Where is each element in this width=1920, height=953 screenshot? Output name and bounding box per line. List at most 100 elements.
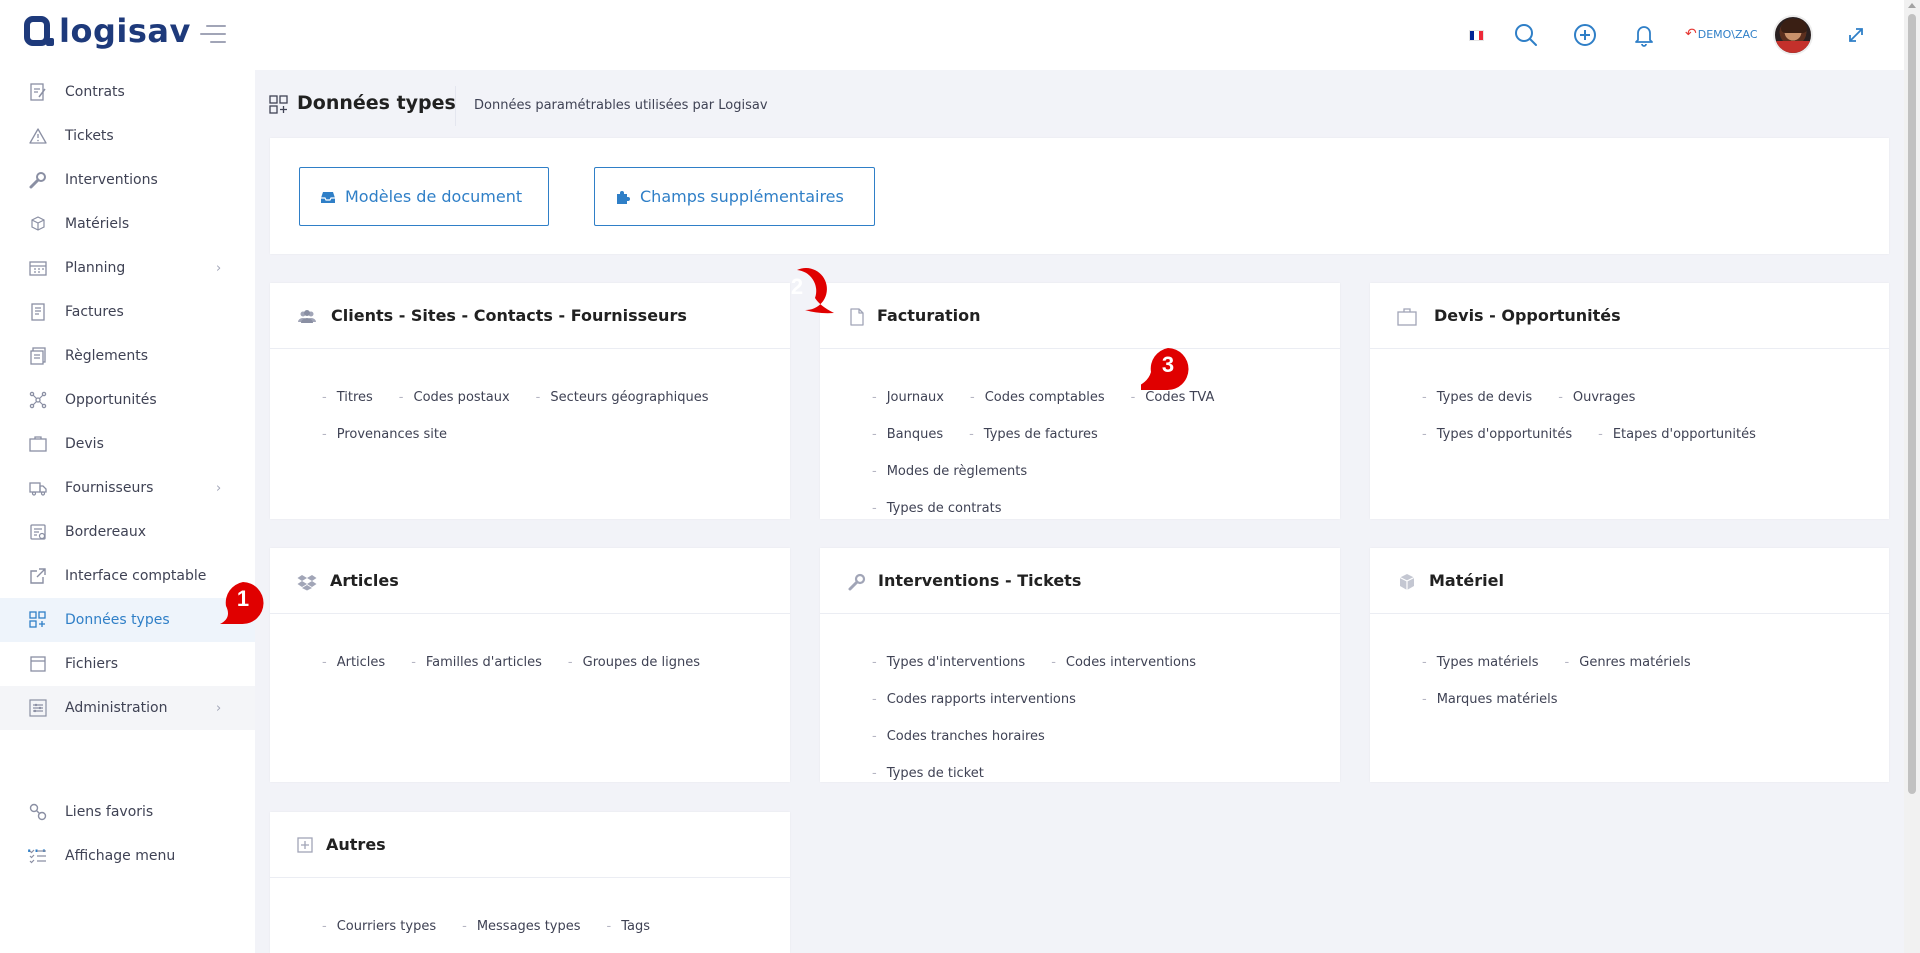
sidebar-item-factures[interactable]: Factures (0, 290, 255, 334)
sidebar-item-planning[interactable]: Planning › (0, 246, 255, 290)
page-description: Données paramétrables utilisées par Logi… (474, 98, 768, 113)
top-bar: logisav ↶ DEMO\ZAC (0, 0, 1904, 70)
menu-toggle-icon[interactable] (200, 25, 226, 45)
sidebar-item-reglements[interactable]: Règlements (0, 334, 255, 378)
sidebar-item-label: Fichiers (65, 656, 119, 672)
external-link-icon (30, 568, 46, 584)
sidebar-item-materiels[interactable]: Matériels (0, 202, 255, 246)
facturation-card: Facturation JournauxCodes comptablesCode… (820, 283, 1340, 519)
link-modes-de-reglements[interactable]: Modes de règlements (872, 453, 1027, 490)
sidebar-item-opportunites[interactable]: Opportunités (0, 378, 255, 422)
undo-icon: ↶ (1685, 26, 1697, 42)
link-genres-materiels[interactable]: Genres matériels (1565, 644, 1690, 681)
page-title: Données types (297, 92, 456, 114)
document-models-button[interactable]: Modèles de document (299, 167, 549, 226)
link-types-de-devis[interactable]: Types de devis (1422, 379, 1532, 416)
sidebar-item-affichage-menu[interactable]: Affichage menu (0, 834, 255, 878)
sidebar-item-devis[interactable]: Devis (0, 422, 255, 466)
expand-icon[interactable] (1842, 21, 1870, 49)
grid-add-icon (269, 95, 288, 114)
link-types-de-factures[interactable]: Types de factures (969, 416, 1098, 453)
briefcase-icon (1397, 308, 1417, 326)
link-etapes-d-opportunites[interactable]: Etapes d'opportunités (1598, 416, 1756, 453)
sidebar-item-label: Planning (65, 260, 126, 276)
scrollbar-thumb[interactable] (1908, 14, 1916, 794)
card-links: Articles Familles d'articles Groupes de li… (270, 614, 790, 681)
link-types-d-interventions[interactable]: Types d'interventions (872, 644, 1026, 681)
link-codes-rapports-interventions[interactable]: Codes rapports interventions (872, 681, 1076, 718)
link-secteurs-geographiques[interactable]: Secteurs géographiques (536, 379, 708, 416)
sidebar-item-fournisseurs[interactable]: Fournisseurs › (0, 466, 255, 510)
avatar[interactable] (1773, 15, 1813, 55)
payment-icon (30, 347, 46, 365)
document-icon (850, 308, 864, 326)
link-familles-d-articles[interactable]: Familles d'articles (411, 644, 542, 681)
link-codes-comptables[interactable]: Codes comptables (970, 379, 1105, 416)
card-links: JournauxCodes comptablesCodes TVA Banque… (820, 349, 1340, 527)
link-courriers-types[interactable]: Courriers types (322, 908, 436, 945)
sidebar-item-liens-favoris[interactable]: Liens favoris (0, 790, 255, 834)
sidebar-item-administration[interactable]: Administration › (0, 686, 255, 730)
user-name: DEMO\ZAC (1697, 27, 1758, 41)
link-ouvrages[interactable]: Ouvrages (1558, 379, 1636, 416)
logo-mark (24, 16, 54, 46)
link-types-de-contrats[interactable]: Types de contrats (872, 490, 1002, 527)
cube-icon (31, 216, 45, 231)
dropbox-icon (297, 575, 317, 591)
link-codes-tranches-horaires[interactable]: Codes tranches horaires (872, 718, 1045, 755)
devis-card: Devis - Opportunités Types de devis Ouvra… (1370, 283, 1889, 519)
clients-card: Clients - Sites - Contacts - Fournisseur… (270, 283, 790, 519)
link-provenances-site[interactable]: Provenances site (322, 416, 447, 453)
cube-icon (1399, 574, 1415, 590)
plus-circle-icon[interactable] (1571, 21, 1599, 49)
user-switch[interactable]: ↶ DEMO\ZAC (1685, 26, 1758, 42)
sidebar-item-interface-comptable[interactable]: Interface comptable (0, 554, 255, 598)
slip-icon (30, 524, 46, 540)
sidebar-item-tickets[interactable]: Tickets (0, 114, 255, 158)
link-articles[interactable]: Articles (322, 644, 385, 681)
french-flag-icon[interactable] (1469, 30, 1484, 41)
grid-add-icon (29, 611, 46, 628)
card-title: Facturation (877, 306, 981, 325)
additional-fields-button[interactable]: Champs supplémentaires (594, 167, 875, 226)
users-icon (298, 310, 316, 323)
link-messages-types[interactable]: Messages types (462, 908, 581, 945)
additional-fields-label: Champs supplémentaires (640, 187, 844, 206)
quote-icon (29, 436, 47, 452)
sidebar-item-label: Contrats (65, 84, 125, 100)
card-header: Facturation (820, 283, 1340, 349)
link-types-d-opportunites[interactable]: Types d'opportunités (1422, 416, 1572, 453)
card-header: Clients - Sites - Contacts - Fournisseur… (270, 283, 790, 349)
sidebar-item-contrats[interactable]: Contrats (0, 70, 255, 114)
materiel-card: Matériel Types matériels Genres matériels… (1370, 548, 1889, 782)
bell-icon[interactable] (1630, 21, 1658, 49)
puzzle-icon (617, 190, 630, 204)
sidebar-item-donnees-types[interactable]: Données types (0, 598, 255, 642)
link-titres[interactable]: Titres (322, 379, 373, 416)
sidebar-item-interventions[interactable]: Interventions (0, 158, 255, 202)
link-icon (29, 803, 47, 821)
inbox-icon (321, 191, 335, 203)
page-scrollbar[interactable] (1904, 0, 1920, 953)
card-header: Autres (270, 812, 790, 878)
link-codes-interventions[interactable]: Codes interventions (1051, 644, 1196, 681)
card-links: Courriers types Messages types Tags (270, 878, 790, 945)
link-types-de-ticket[interactable]: Types de ticket (872, 755, 984, 792)
link-types-materiels[interactable]: Types matériels (1422, 644, 1539, 681)
search-icon[interactable] (1512, 21, 1540, 49)
link-tags[interactable]: Tags (607, 908, 650, 945)
link-marques-materiels[interactable]: Marques matériels (1422, 681, 1558, 718)
sidebar-item-fichiers[interactable]: Fichiers (0, 642, 255, 686)
invoice-icon (31, 303, 45, 321)
sidebar-item-label: Interface comptable (65, 568, 207, 584)
link-codes-postaux[interactable]: Codes postaux (399, 379, 510, 416)
truck-icon (29, 482, 47, 496)
card-header: Interventions - Tickets (820, 548, 1340, 614)
scroll-up-icon[interactable] (1908, 3, 1916, 8)
link-journaux[interactable]: Journaux (872, 379, 944, 416)
link-groupes-de-lignes[interactable]: Groupes de lignes (568, 644, 700, 681)
sidebar-item-bordereaux[interactable]: Bordereaux (0, 510, 255, 554)
link-banques[interactable]: Banques (872, 416, 943, 453)
logisav-logo[interactable]: logisav (24, 15, 191, 47)
card-links: Types de devis Ouvrages Types d'opportuni… (1370, 349, 1889, 453)
